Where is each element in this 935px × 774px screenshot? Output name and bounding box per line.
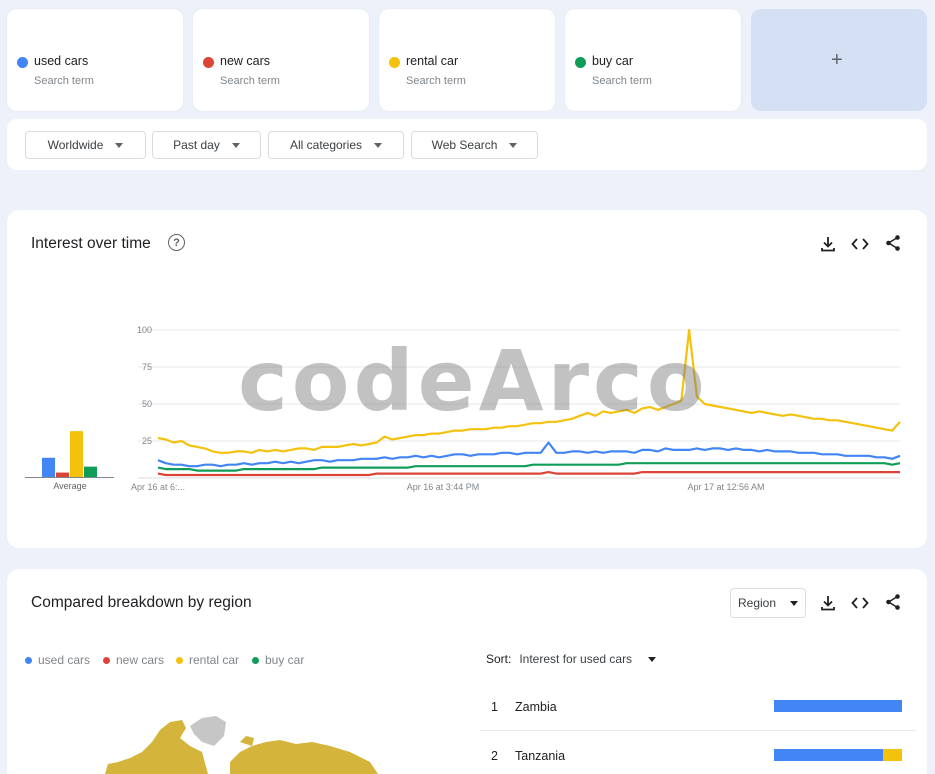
- series-line-rental-car: [157, 328, 901, 454]
- region-map[interactable]: [90, 712, 390, 774]
- y-tick-label: 100: [137, 325, 152, 335]
- average-bars: Average: [25, 431, 114, 491]
- caret-down-icon: [648, 656, 657, 662]
- average-bar-buy-car: [84, 466, 97, 477]
- legend-label: rental car: [189, 653, 240, 667]
- legend-item-new-cars: new cars: [103, 653, 164, 667]
- legend-dot: [176, 656, 183, 664]
- region-share-bar: [774, 700, 902, 712]
- average-bar-new-cars: [56, 472, 69, 477]
- chart-gridlines: [138, 329, 900, 479]
- legend-label: new cars: [116, 653, 165, 667]
- legend-dot: [25, 656, 32, 664]
- map-region-greenland[interactable]: [190, 716, 226, 746]
- legend-dot: [252, 656, 259, 664]
- x-tick-label: Apr 16 at 3:44 PM: [407, 482, 480, 492]
- y-tick-label: 25: [142, 436, 152, 446]
- x-tick-label: Apr 17 at 12:56 AM: [687, 482, 764, 492]
- region-name: Tanzania: [515, 749, 566, 763]
- share-segment-rental-car: [882, 749, 902, 761]
- sort-control[interactable]: Sort: Interest for used cars: [486, 652, 657, 666]
- average-bar-rental-car: [70, 431, 83, 477]
- region-name: Zambia: [515, 700, 557, 714]
- region-rank: 2: [491, 749, 498, 763]
- share-segment-used-cars: [774, 700, 902, 712]
- chart-lines: [157, 328, 901, 477]
- average-bar-used-cars: [42, 457, 55, 477]
- legend-dot: [103, 656, 110, 664]
- region-row[interactable]: 1 Zambia: [480, 683, 916, 731]
- region-resolution-dropdown[interactable]: Region: [730, 588, 806, 618]
- sort-label: Sort:: [486, 652, 512, 666]
- legend-label: buy car: [265, 653, 305, 667]
- legend-item-buy-car: buy car: [252, 653, 304, 667]
- region-resolution-label: Region: [737, 596, 777, 610]
- share-icon[interactable]: [884, 593, 902, 611]
- legend-item-used-cars: used cars: [25, 653, 90, 667]
- legend-item-rental-car: rental car: [176, 653, 239, 667]
- region-share-bar: [774, 749, 902, 761]
- x-tick-label: Apr 16 at 6:...: [131, 482, 185, 492]
- y-tick-label: 75: [142, 362, 152, 372]
- average-label: Average: [53, 481, 86, 491]
- download-icon[interactable]: [819, 594, 837, 612]
- y-tick-label: 50: [142, 399, 152, 409]
- sort-value: Interest for used cars: [519, 652, 633, 666]
- series-line-new-cars: [157, 471, 900, 477]
- caret-down-icon: [790, 600, 799, 606]
- panel-title: Compared breakdown by region: [31, 594, 252, 611]
- map-region-islands[interactable]: [240, 736, 254, 746]
- embed-code-icon[interactable]: [851, 594, 869, 612]
- share-segment-used-cars: [774, 749, 883, 761]
- region-rank: 1: [491, 700, 498, 714]
- legend-label: used cars: [38, 653, 91, 667]
- region-row[interactable]: 2 Tanzania: [480, 732, 916, 774]
- series-line-buy-car: [157, 462, 901, 472]
